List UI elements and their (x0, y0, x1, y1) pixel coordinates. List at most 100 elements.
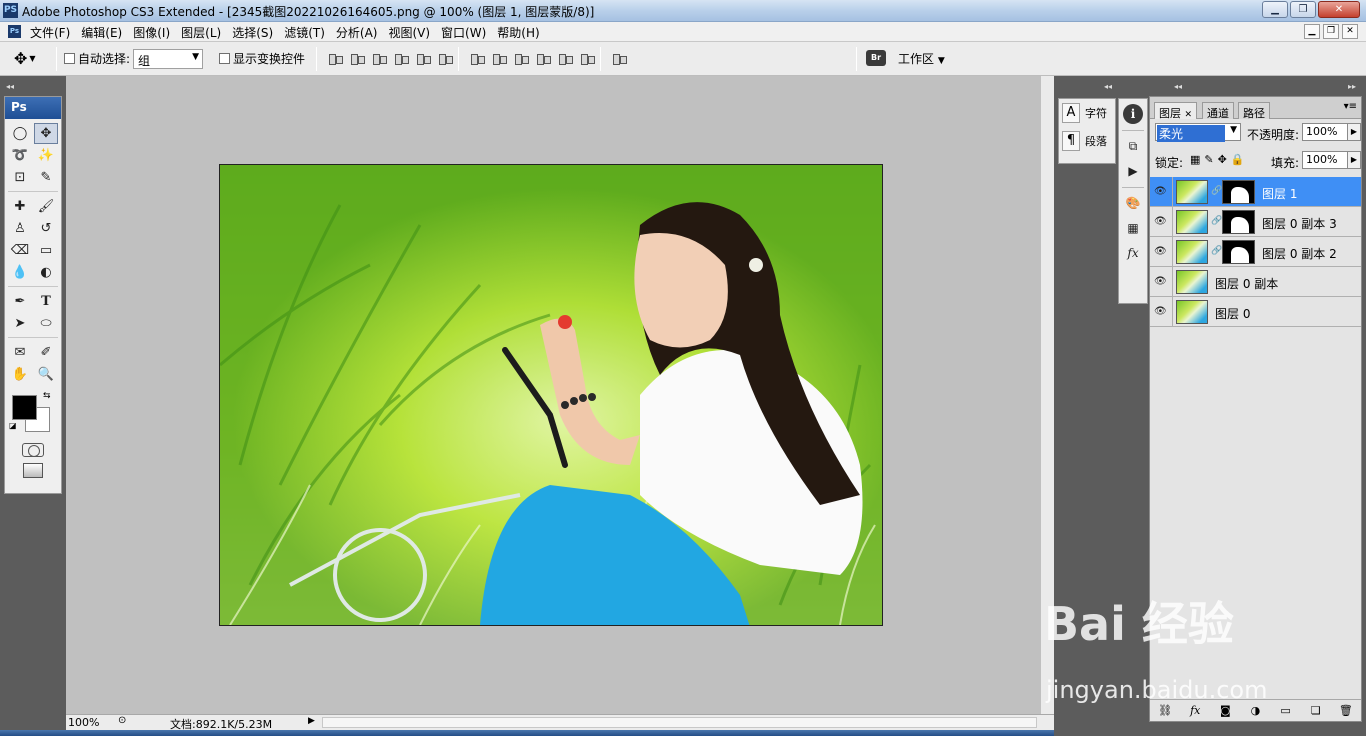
menu-layer[interactable]: 图层(L) (181, 24, 221, 41)
character-panel-button[interactable]: A 字符 (1059, 99, 1115, 127)
distribute-hcenter-icon[interactable] (557, 51, 573, 65)
tab-layers[interactable]: 图层 ✕ (1154, 102, 1198, 120)
foreground-color-swatch[interactable] (12, 395, 37, 420)
move-tool-preset[interactable]: ✥ ▼ (14, 49, 36, 68)
actions-icon[interactable]: ▶ (1123, 161, 1143, 181)
status-menu-icon[interactable]: ⊙ (118, 715, 126, 726)
expand-arrows-icon[interactable]: ▸▸ (1348, 82, 1356, 92)
adjustment-layer-icon[interactable]: ◑ (1247, 704, 1263, 717)
layer-mask-thumbnail[interactable] (1222, 240, 1255, 264)
eye-icon[interactable]: 👁 (1154, 306, 1168, 318)
menu-image[interactable]: 图像(I) (133, 24, 170, 41)
minimize-button[interactable]: ▁ (1262, 1, 1288, 18)
lock-transparency-icon[interactable]: ▦ (1190, 153, 1200, 166)
lock-position-icon[interactable]: ✥ (1218, 153, 1227, 166)
eye-icon[interactable]: 👁 (1154, 216, 1168, 228)
screen-mode-button[interactable] (23, 463, 43, 478)
distribute-left-icon[interactable] (535, 51, 551, 65)
styles-icon[interactable]: fx (1123, 243, 1143, 263)
bridge-icon[interactable]: Br (866, 50, 886, 66)
type-tool-icon[interactable]: T (34, 291, 58, 312)
menu-file[interactable]: 文件(F) (30, 24, 70, 41)
magic-wand-tool-icon[interactable]: ✨ (34, 145, 58, 166)
menu-window[interactable]: 窗口(W) (441, 24, 486, 41)
brush-tool-icon[interactable]: 🖌 (34, 196, 58, 217)
workspace-button[interactable]: 工作区 ▼ (898, 50, 945, 67)
quick-mask-button[interactable] (22, 443, 44, 457)
layer-row-copy-2[interactable]: 👁 🔗 图层 0 副本 2 (1150, 237, 1361, 267)
link-layers-icon[interactable]: ⛓ (1157, 704, 1173, 717)
crop-tool-icon[interactable]: ⊡ (8, 167, 32, 188)
panel-menu-icon[interactable]: ▾≡ (1344, 101, 1357, 112)
swap-colors-icon[interactable]: ⇆ (43, 391, 51, 401)
align-bottom-icon[interactable] (371, 51, 387, 65)
collapse-arrows-icon[interactable]: ◂◂ (1104, 82, 1112, 92)
layer-row-copy[interactable]: 👁 图层 0 副本 (1150, 267, 1361, 297)
blur-tool-icon[interactable]: 💧 (8, 262, 32, 283)
path-selection-tool-icon[interactable]: ➤ (8, 313, 32, 334)
auto-select-checkbox[interactable]: 自动选择: (64, 50, 130, 67)
history-brush-tool-icon[interactable]: ↺ (34, 218, 58, 239)
toolbox-header[interactable]: Ps (5, 97, 61, 119)
document-icon[interactable]: Ps (8, 25, 21, 38)
add-mask-icon[interactable]: ◙ (1217, 704, 1233, 717)
hand-tool-icon[interactable]: ✋ (8, 364, 32, 385)
ellipse-shape-tool-icon[interactable]: ⬭ (34, 313, 58, 334)
move-tool-icon[interactable]: ✥ (34, 123, 58, 144)
status-arrow-icon[interactable]: ▶ (308, 716, 315, 726)
collapse-arrows-icon[interactable]: ◂◂ (1174, 82, 1182, 92)
opacity-slider-button[interactable]: ▶ (1347, 123, 1361, 141)
layer-mask-thumbnail[interactable] (1222, 210, 1255, 234)
menu-select[interactable]: 选择(S) (232, 24, 273, 41)
new-layer-icon[interactable]: ❏ (1308, 704, 1324, 717)
menu-help[interactable]: 帮助(H) (497, 24, 539, 41)
new-group-icon[interactable]: ▭ (1278, 704, 1294, 717)
dodge-tool-icon[interactable]: ◐ (34, 262, 58, 283)
doc-close-button[interactable]: ✕ (1342, 24, 1358, 39)
menu-edit[interactable]: 编辑(E) (81, 24, 122, 41)
menu-view[interactable]: 视图(V) (388, 24, 430, 41)
color-icon[interactable]: 🎨 (1123, 193, 1143, 213)
notes-tool-icon[interactable]: ✉ (8, 342, 32, 363)
doc-restore-button[interactable]: ❐ (1323, 24, 1339, 39)
healing-brush-tool-icon[interactable]: ✚ (8, 196, 32, 217)
lock-all-icon[interactable]: 🔒 (1231, 153, 1245, 166)
elliptical-marquee-tool-icon[interactable]: ◯ (8, 123, 32, 144)
delete-layer-icon[interactable]: 🗑 (1338, 704, 1354, 717)
link-icon[interactable]: 🔗 (1211, 246, 1222, 256)
show-transform-checkbox[interactable]: 显示变换控件 (219, 50, 305, 67)
eraser-tool-icon[interactable]: ⌫ (8, 240, 32, 261)
align-top-icon[interactable] (327, 51, 343, 65)
pen-tool-icon[interactable]: ✒ (8, 291, 32, 312)
zoom-tool-icon[interactable]: 🔍 (34, 364, 58, 385)
auto-select-dropdown[interactable]: 组 ▼ (133, 49, 203, 69)
document-canvas[interactable] (219, 164, 883, 626)
swatches-icon[interactable]: ▦ (1123, 218, 1143, 238)
eye-icon[interactable]: 👁 (1154, 186, 1168, 198)
distribute-right-icon[interactable] (579, 51, 595, 65)
tab-channels[interactable]: 通道 (1202, 102, 1234, 120)
fill-input[interactable]: 100% (1302, 151, 1348, 169)
close-button[interactable]: ✕ (1318, 1, 1360, 18)
maximize-button[interactable]: ❐ (1290, 1, 1316, 18)
distribute-vcenter-icon[interactable] (491, 51, 507, 65)
layer-row-layer-1[interactable]: 👁 🔗 图层 1 (1150, 177, 1361, 207)
layer-style-icon[interactable]: fx (1187, 704, 1203, 717)
align-left-icon[interactable] (393, 51, 409, 65)
tab-paths[interactable]: 路径 (1238, 102, 1270, 120)
default-colors-icon[interactable]: ◪ (9, 421, 17, 430)
distribute-top-icon[interactable] (469, 51, 485, 65)
eye-icon[interactable]: 👁 (1154, 246, 1168, 258)
gradient-tool-icon[interactable]: ▭ (34, 240, 58, 261)
lock-pixels-icon[interactable]: ✎ (1204, 153, 1213, 166)
history-icon[interactable]: ⧉ (1123, 136, 1143, 156)
link-icon[interactable]: 🔗 (1211, 186, 1222, 196)
info-icon[interactable]: i (1123, 104, 1143, 124)
blend-mode-select[interactable]: 柔光 ▼ (1155, 123, 1241, 142)
menu-filter[interactable]: 滤镜(T) (284, 24, 325, 41)
collapse-arrows-icon[interactable]: ◂◂ (6, 82, 14, 92)
opacity-input[interactable]: 100% (1302, 123, 1348, 141)
zoom-level[interactable]: 100% (68, 716, 116, 729)
align-hcenter-icon[interactable] (415, 51, 431, 65)
eyedropper-tool-icon[interactable]: ✐ (34, 342, 58, 363)
